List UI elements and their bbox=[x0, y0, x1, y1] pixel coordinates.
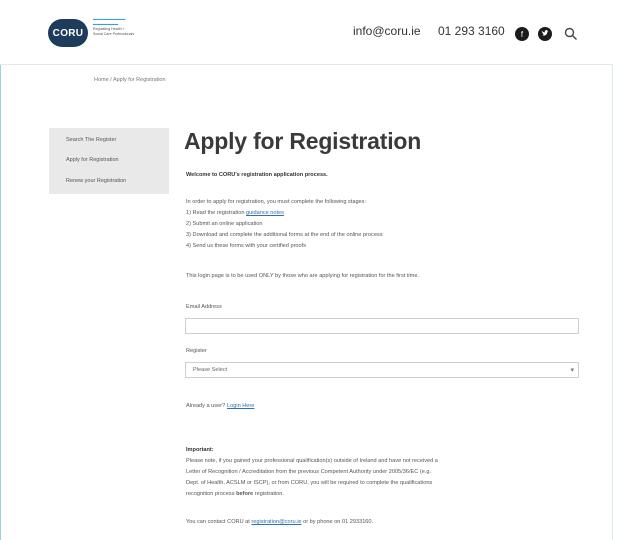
welcome-text: Welcome to CORU's registration applicati… bbox=[186, 172, 328, 178]
step-4: 4) Send us these forms with your certifi… bbox=[186, 243, 307, 249]
site-header: CORU ▬▬▬▬▬▬▬▬▬ ▬▬▬▬▬▬▬ Regulating Health… bbox=[0, 0, 613, 65]
contact-prefix: You can contact CORU at bbox=[186, 519, 252, 525]
page-left-border bbox=[0, 0, 1, 540]
header-phone-link[interactable]: 01 293 3160 bbox=[438, 24, 505, 38]
search-icon[interactable] bbox=[564, 27, 578, 41]
twitter-icon[interactable] bbox=[538, 27, 552, 41]
logo-tagline-line-2: Social Care Professionals bbox=[93, 32, 135, 36]
register-selected-value: Please Select bbox=[193, 367, 228, 373]
login-here-link[interactable]: Login Here bbox=[227, 403, 254, 409]
step-3: 3) Download and complete the additional … bbox=[186, 232, 383, 238]
contact-line: You can contact CORU at registration@cor… bbox=[186, 519, 373, 525]
sidebar-item-search-register[interactable]: Search The Register bbox=[66, 137, 116, 143]
contact-suffix: or by phone on 01 2933160. bbox=[301, 519, 374, 525]
intro-text: In order to apply for registration, you … bbox=[186, 199, 367, 205]
register-select[interactable]: Please Select ▾ bbox=[185, 362, 579, 378]
sidebar-item-renew-registration[interactable]: Renew your Registration bbox=[66, 178, 126, 184]
breadcrumb[interactable]: Home / Apply for Registration bbox=[94, 77, 166, 83]
register-label: Register bbox=[186, 348, 207, 354]
important-line-1: Please note, if you gained your professi… bbox=[186, 458, 438, 464]
step-2: 2) Submit an online application bbox=[186, 221, 263, 227]
page-title: Apply for Registration bbox=[184, 128, 422, 154]
important-line-4-suffix: registration. bbox=[253, 491, 284, 497]
logo-text: CORU bbox=[52, 27, 84, 39]
email-label: Email Address bbox=[186, 304, 222, 310]
important-line-4-prefix: recognition process bbox=[186, 491, 237, 497]
step-1: 1) Read the registration guidance notes bbox=[186, 210, 284, 216]
coru-logo[interactable]: CORU bbox=[48, 19, 88, 47]
already-user-text: Already a user? bbox=[186, 403, 226, 409]
step-1-text: 1) Read the registration bbox=[186, 210, 247, 216]
important-heading: Important: bbox=[186, 447, 214, 453]
logo-tagline: ▬▬▬▬▬▬▬▬▬ ▬▬▬▬▬▬▬ Regulating Health + So… bbox=[93, 17, 173, 37]
page-right-border bbox=[612, 0, 613, 540]
registration-email-link[interactable]: registration@coru.ie bbox=[251, 519, 301, 525]
chevron-down-icon: ▾ bbox=[570, 367, 574, 374]
important-line-3: Dept. of Health, ACSLM or ISCP), or from… bbox=[186, 480, 433, 486]
guidance-notes-link[interactable]: guidance notes bbox=[246, 210, 284, 216]
sidebar: Search The Register Apply for Registrati… bbox=[49, 128, 169, 194]
important-line-2: Letter of Recognition / Accreditation fr… bbox=[186, 469, 432, 475]
sidebar-item-apply-registration[interactable]: Apply for Registration bbox=[66, 157, 119, 163]
email-field[interactable] bbox=[185, 318, 579, 334]
important-line-4: recognition process before registration. bbox=[186, 491, 284, 497]
important-emphasis: before bbox=[236, 491, 254, 497]
header-email-link[interactable]: info@coru.ie bbox=[353, 24, 421, 38]
login-note: This login page is to be used ONLY by th… bbox=[186, 273, 419, 279]
facebook-icon[interactable]: f bbox=[515, 27, 529, 41]
